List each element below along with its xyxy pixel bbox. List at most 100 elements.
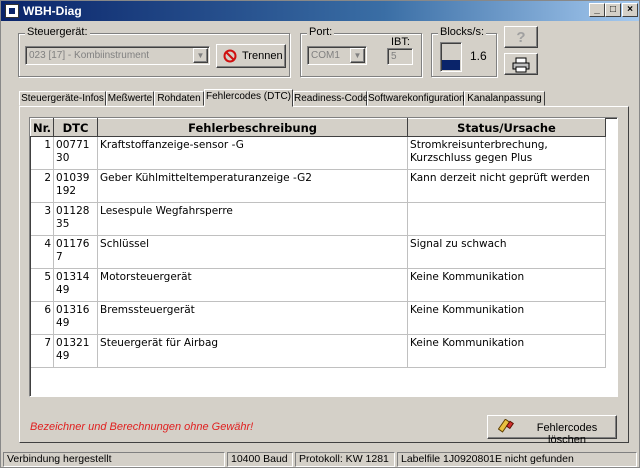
column-header-nr[interactable]: Nr. xyxy=(29,118,55,137)
table-row[interactable]: 5 01314 49 Motorsteuergerät Keine Kommuni… xyxy=(30,268,607,302)
status-line-1: Stromkreisunterbrechung, xyxy=(410,139,548,151)
maximize-button[interactable]: □ xyxy=(605,3,621,17)
dtc-code: 01128 xyxy=(56,205,90,217)
row-dtc: 00771 30 xyxy=(53,136,99,170)
controller-value: 023 [17] - Kombiinstrument xyxy=(29,50,150,61)
ibt-label: IBT: xyxy=(391,36,410,48)
table-row[interactable]: 1 00771 30 Kraftstoffanzeige-sensor -G St… xyxy=(30,136,607,170)
row-status: Keine Kommunikation xyxy=(407,301,607,335)
row-status xyxy=(407,202,607,236)
dtc-subcode: 35 xyxy=(56,218,70,230)
row-status: Signal zu schwach xyxy=(407,235,607,269)
row-nr: 4 xyxy=(30,235,55,269)
dtc-subcode: 49 xyxy=(56,350,70,362)
print-button[interactable] xyxy=(504,53,538,75)
row-dtc: 01316 49 xyxy=(53,301,99,335)
status-bar: Verbindung hergestellt 10400 Baud Protok… xyxy=(1,451,639,468)
tab-readiness-code[interactable]: Readiness-Code xyxy=(293,91,369,106)
clear-fault-codes-label: Fehlercodes löschen xyxy=(536,422,598,446)
printer-icon xyxy=(512,57,530,73)
row-status: Kann derzeit nicht geprüft werden xyxy=(407,169,607,203)
controller-select[interactable]: 023 [17] - Kombiinstrument ▼ xyxy=(25,46,210,65)
blocks-meter-fill xyxy=(442,60,460,70)
column-header-status[interactable]: Status/Ursache xyxy=(407,118,607,137)
disclaimer-note: Bezeichner und Berechnungen ohne Gewähr! xyxy=(30,421,254,433)
blocks-meter xyxy=(440,42,462,72)
title-bar[interactable]: WBH-Diag _ □ × xyxy=(1,1,639,21)
tab-channel-adaptation[interactable]: Kanalanpassung xyxy=(464,91,545,106)
row-description: Lesespule Wegfahrsperre xyxy=(97,202,409,236)
row-description: Kraftstoffanzeige-sensor -G xyxy=(97,136,409,170)
status-baud: 10400 Baud xyxy=(227,452,293,467)
row-description: Schlüssel xyxy=(97,235,409,269)
table-header-row: Nr. DTC Fehlerbeschreibung Status/Ursach… xyxy=(29,118,607,137)
disconnect-label: Trennen xyxy=(242,50,283,62)
port-value: COM1 xyxy=(311,50,340,61)
blocks-label: Blocks/s: xyxy=(438,26,487,38)
tab-controller-info[interactable]: Steuergeräte-Infos xyxy=(19,91,106,106)
chevron-down-icon[interactable]: ▼ xyxy=(193,48,208,63)
table-row[interactable]: 4 01176 7 Schlüssel Signal zu schwach xyxy=(30,235,607,269)
tab-raw-data[interactable]: Rohdaten xyxy=(154,91,204,106)
row-nr: 3 xyxy=(30,202,55,236)
ibt-field[interactable]: 5 xyxy=(387,48,413,65)
eraser-icon xyxy=(498,419,514,433)
row-nr: 5 xyxy=(30,268,55,302)
dtc-subcode: 7 xyxy=(56,251,63,263)
minimize-button[interactable]: _ xyxy=(589,3,605,17)
status-line-1: Keine Kommunikation xyxy=(410,304,525,316)
tab-software-config[interactable]: Softwarekonfiguration xyxy=(367,91,465,106)
table-row[interactable]: 6 01316 49 Bremssteuergerät Keine Kommuni… xyxy=(30,301,607,335)
close-button[interactable]: × xyxy=(622,3,638,17)
row-description: Steuergerät für Airbag xyxy=(97,334,409,368)
disconnect-button[interactable]: Trennen xyxy=(216,44,286,68)
dtc-table[interactable]: Nr. DTC Fehlerbeschreibung Status/Ursach… xyxy=(29,117,618,397)
status-line-2: Kurzschluss gegen Plus xyxy=(410,152,533,164)
main-window: WBH-Diag _ □ × Steuergerät: 023 [17] - K… xyxy=(0,0,640,468)
row-nr: 1 xyxy=(30,136,55,170)
dtc-subcode: 30 xyxy=(56,152,70,164)
port-select[interactable]: COM1 ▼ xyxy=(307,46,367,65)
dtc-subcode: 49 xyxy=(56,284,70,296)
row-description: Geber Kühlmitteltemperaturanzeige -G2 xyxy=(97,169,409,203)
column-header-dtc[interactable]: DTC xyxy=(53,118,99,137)
port-label: Port: xyxy=(307,26,335,38)
port-group: Port: COM1 ▼ IBT: 5 xyxy=(300,26,422,77)
status-line-1: Keine Kommunikation xyxy=(410,271,525,283)
dtc-code: 01176 xyxy=(56,238,90,250)
dtc-subcode: 192 xyxy=(56,185,77,197)
question-icon: ? xyxy=(516,29,526,46)
dtc-code: 01321 xyxy=(56,337,90,349)
window-title: WBH-Diag xyxy=(23,4,82,18)
controller-label: Steuergerät: xyxy=(25,26,90,38)
dtc-code: 00771 xyxy=(56,139,90,151)
row-status: Stromkreisunterbrechung, Kurzschluss gege… xyxy=(407,136,607,170)
table-row[interactable]: 3 01128 35 Lesespule Wegfahrsperre xyxy=(30,202,607,236)
column-header-description[interactable]: Fehlerbeschreibung xyxy=(97,118,409,137)
status-protocol: Protokoll: KW 1281 xyxy=(295,452,395,467)
row-dtc: 01039 192 xyxy=(53,169,99,203)
row-status: Keine Kommunikation xyxy=(407,334,607,368)
tab-fault-codes[interactable]: Fehlercodes (DTC) xyxy=(204,89,293,107)
row-dtc: 01314 49 xyxy=(53,268,99,302)
blocks-group: Blocks/s: 1.6 xyxy=(431,26,497,77)
row-nr: 2 xyxy=(30,169,55,203)
clear-fault-codes-button[interactable]: Fehlercodes löschen xyxy=(487,415,617,446)
tab-measurements[interactable]: Meßwerte xyxy=(106,91,154,106)
table-row[interactable]: 7 01321 49 Steuergerät für Airbag Keine K… xyxy=(30,334,607,368)
dtc-code: 01316 xyxy=(56,304,90,316)
stop-icon xyxy=(223,49,237,63)
status-connection: Verbindung hergestellt xyxy=(3,452,225,467)
dtc-code: 01039 xyxy=(56,172,90,184)
help-button[interactable]: ? xyxy=(504,26,538,48)
status-labelfile: Labelfile 1J0920801E nicht gefunden xyxy=(397,452,637,467)
row-status: Keine Kommunikation xyxy=(407,268,607,302)
chevron-down-icon[interactable]: ▼ xyxy=(350,48,365,63)
controller-group: Steuergerät: 023 [17] - Kombiinstrument … xyxy=(18,26,290,77)
row-nr: 7 xyxy=(30,334,55,368)
table-row[interactable]: 2 01039 192 Geber Kühlmitteltemperaturanz… xyxy=(30,169,607,203)
status-line-1: Keine Kommunikation xyxy=(410,337,525,349)
status-line-1: Signal zu schwach xyxy=(410,238,507,250)
app-icon xyxy=(5,4,19,18)
dtc-code: 01314 xyxy=(56,271,90,283)
